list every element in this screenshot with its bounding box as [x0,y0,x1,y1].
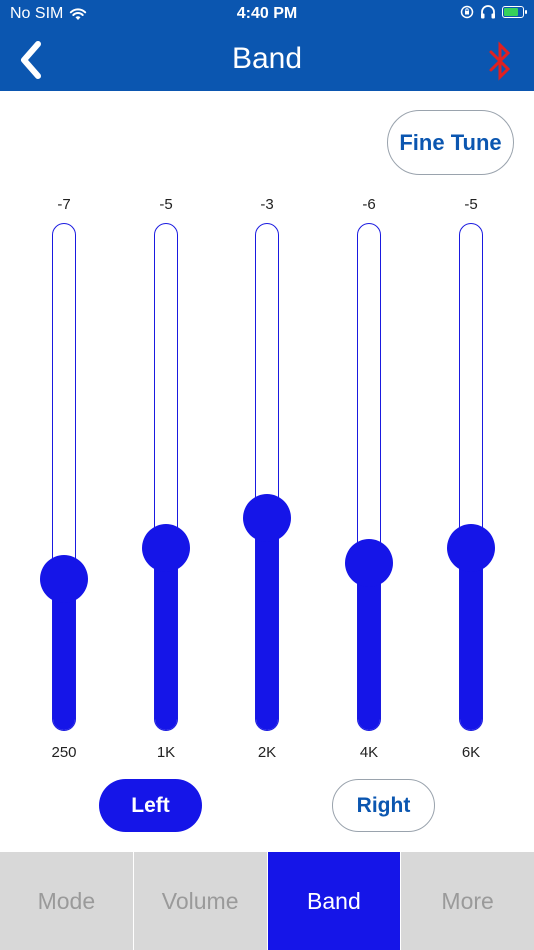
band-frequency-label: 1K [156,744,176,761]
tab-band[interactable]: Band [267,852,402,950]
orientation-lock-icon [460,5,474,19]
bluetooth-icon [489,41,511,81]
bluetooth-button[interactable] [484,39,516,83]
band-frequency-label: 2K [257,744,277,761]
header: No SIM 4:40 PM Band [0,0,534,91]
band-screen: No SIM 4:40 PM Band Fine Tune -7 250 -5 … [0,0,534,950]
band-frequency-label: 6K [461,744,481,761]
status-icons [460,5,527,19]
band-slider-fill [460,547,482,730]
band-slider-track[interactable] [154,223,178,731]
band-value: -3 [260,196,274,213]
status-time: 4:40 PM [236,5,298,22]
band-value: -6 [362,196,376,213]
tab-volume[interactable]: Volume [133,852,268,950]
tab-more[interactable]: More [401,852,534,950]
headphones-icon [481,5,495,19]
right-ear-button[interactable]: Right [332,779,435,832]
band-slider-thumb[interactable] [243,493,291,542]
band-value: -5 [464,196,478,213]
band-slider-track[interactable] [459,223,483,731]
band-slider-thumb[interactable] [40,554,88,603]
battery-icon [502,6,527,18]
band-slider-fill [358,562,380,730]
band-slider-thumb[interactable] [142,524,190,573]
band-slider-thumb[interactable] [447,524,495,573]
band-value: -5 [159,196,173,213]
band-value: -7 [57,196,71,213]
band-slider-thumb[interactable] [345,539,393,588]
status-bar: No SIM 4:40 PM [0,0,534,30]
band-frequency-label: 4K [359,744,379,761]
tab-mode[interactable]: Mode [0,852,134,950]
band-slider-fill [155,547,177,730]
page-title: Band [231,42,303,75]
band-slider-track[interactable] [52,223,76,731]
fine-tune-button[interactable]: Fine Tune [387,110,514,175]
band-slider-track[interactable] [357,223,381,731]
left-ear-button[interactable]: Left [99,779,202,832]
bottom-tab-bar: Mode Volume Band More [0,852,534,950]
band-slider-track[interactable] [255,223,279,731]
band-slider-fill [256,516,278,730]
band-frequency-label: 250 [51,744,77,761]
